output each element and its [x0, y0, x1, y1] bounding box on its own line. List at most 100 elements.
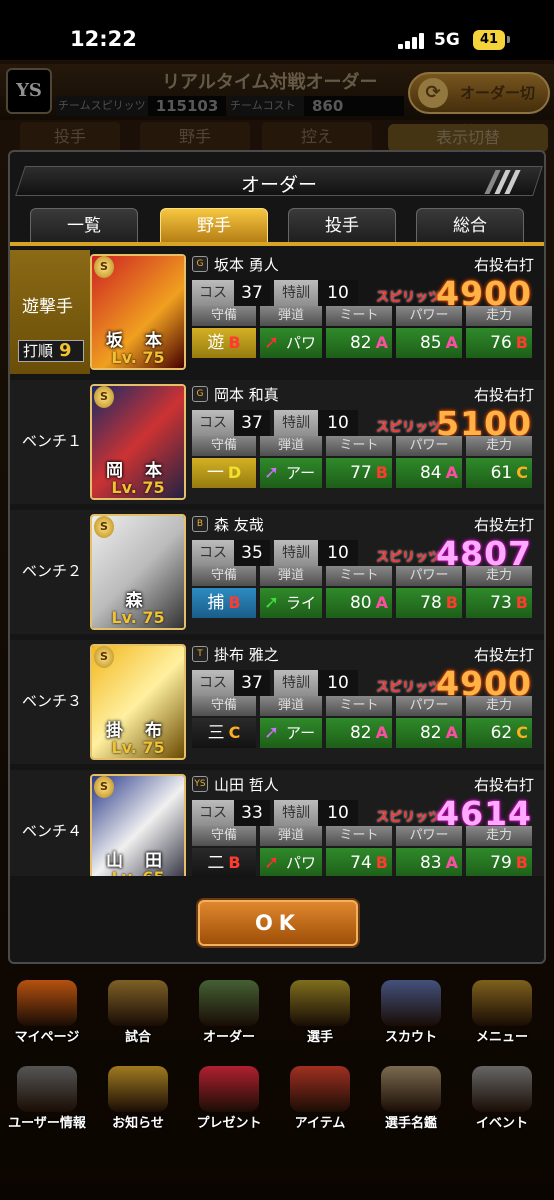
nav-item[interactable]: スカウト: [368, 980, 454, 1045]
s-rank-badge-icon: S: [94, 516, 114, 538]
player-card[interactable]: S 岡 本 Lv. 75: [90, 384, 186, 500]
tab-list[interactable]: 一覧: [30, 208, 138, 244]
nav-label: 選手: [306, 1030, 333, 1045]
slot-label: 遊撃手: [22, 297, 73, 317]
training-label: 特訓: [274, 540, 318, 566]
nav-item[interactable]: 選手名鑑: [368, 1066, 454, 1131]
training-label: 特訓: [274, 410, 318, 436]
team-icon: G: [192, 386, 208, 402]
spirits-label: スピリッツ: [376, 550, 442, 565]
nav-item[interactable]: オーダー: [186, 980, 272, 1045]
nav-item[interactable]: メニュー: [459, 980, 545, 1045]
player-row[interactable]: ベンチ２ S 森 Lv. 75 B 森 友哉 右投左打 コス 35 特訓 10 …: [10, 510, 544, 634]
tab-pitcher[interactable]: 投手: [288, 208, 396, 244]
player-info: G 岡本 和真 右投右打 コス 37 特訓 10 スピリッツ 5100 守備 弾…: [190, 382, 540, 502]
player-row[interactable]: ベンチ３ S 掛 布 Lv. 75 T 掛布 雅之 右投左打 コス 37 特訓 …: [10, 640, 544, 764]
player-info: B 森 友哉 右投左打 コス 35 特訓 10 スピリッツ 4807 守備 弾道…: [190, 512, 540, 632]
nav-item[interactable]: ユーザー情報: [4, 1066, 90, 1131]
trajectory-cell: ➚ ライ: [260, 588, 322, 618]
nav-label: イベント: [475, 1116, 528, 1131]
slot-cell: 遊撃手 打順 9: [10, 250, 90, 374]
nav-item[interactable]: 試合: [95, 980, 181, 1045]
trajectory-arrow-icon: ➚: [264, 462, 280, 483]
throw-bat-hand: 右投右打: [473, 256, 534, 274]
event-ball-icon: [472, 1066, 532, 1112]
scout-card-icon: [381, 980, 441, 1026]
nav-item[interactable]: アイテム: [277, 1066, 363, 1131]
nav-item[interactable]: プレゼント: [186, 1066, 272, 1131]
meet-cell: 82 A: [326, 718, 392, 748]
ok-button[interactable]: OK: [196, 898, 360, 948]
defense-header: 守備: [192, 436, 256, 456]
player-row[interactable]: ベンチ４ S 山 田 Lv. 65 YS 山田 哲人 右投右打 コス 33 特訓…: [10, 770, 544, 876]
speed-cell: 76 B: [466, 328, 532, 358]
player-card[interactable]: S 坂 本 Lv. 75: [90, 254, 186, 370]
training-value: 10: [318, 410, 358, 436]
power-cell: 82 A: [396, 718, 462, 748]
meet-header: ミート: [326, 566, 392, 586]
power-grade: A: [445, 463, 458, 482]
position-cell: 捕B: [192, 588, 256, 618]
menu-box-icon: [472, 980, 532, 1026]
nav-label: オーダー: [202, 1030, 255, 1045]
meet-grade: A: [375, 593, 388, 612]
speed-value: 79: [490, 853, 512, 873]
trajectory-value: パワ: [286, 854, 317, 872]
spirits-label: スピリッツ: [376, 420, 442, 435]
cost-value: 33: [234, 800, 270, 826]
tab-fielder[interactable]: 野手: [160, 208, 268, 244]
power-header: パワー: [396, 826, 462, 846]
trajectory-value: アー: [286, 724, 316, 742]
speed-header: 走力: [466, 566, 532, 586]
position-value: 捕: [207, 593, 225, 613]
card-level: Lv. 75: [111, 348, 165, 367]
s-rank-badge-icon: S: [94, 256, 114, 278]
network-label: 5G: [434, 30, 460, 50]
meet-header: ミート: [326, 696, 392, 716]
power-value: 84: [419, 463, 442, 483]
player-card[interactable]: S 掛 布 Lv. 75: [90, 644, 186, 760]
training-value: 10: [318, 540, 358, 566]
speed-grade: B: [515, 593, 528, 612]
player-info: YS 山田 哲人 右投右打 コス 33 特訓 10 スピリッツ 4614 守備 …: [190, 772, 540, 876]
player-list: 遊撃手 打順 9 S 坂 本 Lv. 75 G 坂本 勇人 右投右打 コス 37 …: [10, 250, 544, 876]
position-cell: 三C: [192, 718, 256, 748]
team-icon: YS: [192, 776, 208, 792]
nav-item[interactable]: 選手: [277, 980, 363, 1045]
training-value: 10: [318, 800, 358, 826]
throw-bat-hand: 右投右打: [473, 386, 534, 404]
nav-item[interactable]: マイページ: [4, 980, 90, 1045]
tab-total[interactable]: 総合: [416, 208, 524, 244]
nav-label: マイページ: [14, 1030, 80, 1045]
position-cell: 一D: [192, 458, 256, 488]
power-header: パワー: [396, 436, 462, 456]
player-name: 山田 哲人: [214, 776, 279, 794]
cost-label: コス: [192, 280, 234, 306]
player-card[interactable]: S 山 田 Lv. 65: [90, 774, 186, 876]
defense-header: 守備: [192, 306, 256, 326]
card-level: Lv. 75: [111, 738, 165, 757]
meet-value: 74: [350, 853, 372, 873]
training-value: 10: [318, 670, 358, 696]
slot-label: ベンチ２: [22, 562, 83, 580]
power-grade: A: [445, 333, 458, 352]
nav-item[interactable]: イベント: [459, 1066, 545, 1131]
trajectory-header: 弾道: [260, 566, 322, 586]
team-icon: B: [192, 516, 208, 532]
trajectory-arrow-icon: ➚: [264, 592, 280, 613]
position-cell: 遊B: [192, 328, 256, 358]
cost-value: 37: [234, 410, 270, 436]
trajectory-value: パワ: [286, 334, 317, 352]
player-row[interactable]: ベンチ１ S 岡 本 Lv. 75 G 岡本 和真 右投右打 コス 37 特訓 …: [10, 380, 544, 504]
slot-cell: ベンチ３: [10, 640, 90, 764]
player-name: 坂本 勇人: [214, 256, 279, 274]
speed-value: 76: [490, 333, 512, 353]
nav-label: プレゼント: [196, 1116, 262, 1131]
meet-header: ミート: [326, 436, 392, 456]
position-value: 一: [206, 463, 224, 483]
player-card[interactable]: S 森 Lv. 75: [90, 514, 186, 630]
player-row[interactable]: 遊撃手 打順 9 S 坂 本 Lv. 75 G 坂本 勇人 右投右打 コス 37 …: [10, 250, 544, 374]
meet-cell: 80 A: [326, 588, 392, 618]
nav-item[interactable]: お知らせ: [95, 1066, 181, 1131]
meet-value: 80: [349, 593, 372, 613]
